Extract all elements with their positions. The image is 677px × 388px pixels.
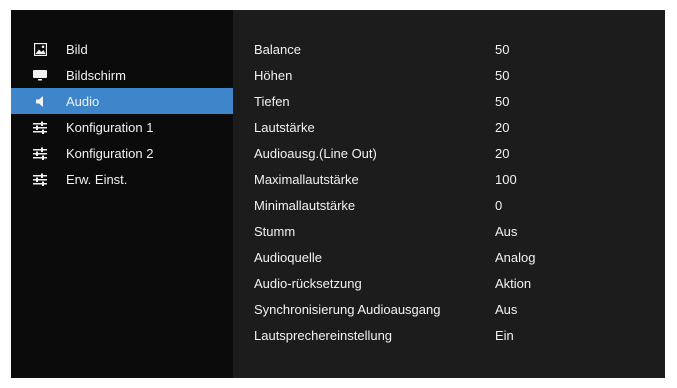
sidebar-item-audio[interactable]: Audio: [11, 88, 233, 114]
setting-row-tiefen[interactable]: Tiefen 50: [233, 88, 665, 114]
sidebar-item-label: Erw. Einst.: [66, 171, 128, 187]
setting-row-synchronisierung-audioausgang[interactable]: Synchronisierung Audioausgang Aus: [233, 296, 665, 322]
sidebar-item-konfiguration-1[interactable]: Konfiguration 1: [11, 114, 233, 140]
setting-value: Analog: [495, 249, 536, 265]
setting-label: Höhen: [254, 67, 293, 83]
sidebar-item-konfiguration-2[interactable]: Konfiguration 2: [11, 140, 233, 166]
setting-label: Balance: [254, 41, 301, 57]
screen-icon: [33, 68, 47, 82]
sidebar-item-bildschirm[interactable]: Bildschirm: [11, 62, 233, 88]
setting-label: Tiefen: [254, 93, 290, 109]
picture-icon: [33, 42, 47, 56]
setting-value: 50: [495, 41, 510, 57]
setting-label: Stumm: [254, 223, 296, 239]
setting-row-stumm[interactable]: Stumm Aus: [233, 218, 665, 244]
setting-row-maximallautstaerke[interactable]: Maximallautstärke 100: [233, 166, 665, 192]
sidebar-menu: Bild Bildschirm Audio Konfiguration 1 Ko…: [11, 36, 233, 192]
setting-label: Audioquelle: [254, 249, 322, 265]
setting-row-audio-ruecksetzung[interactable]: Audio-rücksetzung Aktion: [233, 270, 665, 296]
sliders-icon: [33, 172, 47, 186]
setting-value: 0: [495, 197, 503, 213]
sidebar: Bild Bildschirm Audio Konfiguration 1 Ko…: [11, 10, 233, 378]
setting-label: Audioausg.(Line Out): [254, 145, 377, 161]
setting-row-audioquelle[interactable]: Audioquelle Analog: [233, 244, 665, 270]
setting-label: Minimallautstärke: [254, 197, 356, 213]
sidebar-item-label: Konfiguration 2: [66, 145, 154, 161]
setting-row-lautsprechereinstellung[interactable]: Lautsprechereinstellung Ein: [233, 322, 665, 348]
osd-menu: Bild Bildschirm Audio Konfiguration 1 Ko…: [11, 10, 665, 378]
setting-label: Audio-rücksetzung: [254, 275, 362, 291]
sidebar-item-label: Audio: [66, 93, 100, 109]
sidebar-item-bild[interactable]: Bild: [11, 36, 233, 62]
sidebar-item-label: Bild: [66, 41, 88, 57]
setting-value: Aus: [495, 223, 518, 239]
setting-value: 50: [495, 93, 510, 109]
sliders-icon: [33, 120, 47, 134]
setting-label: Synchronisierung Audioausgang: [254, 301, 441, 317]
setting-label: Maximallautstärke: [254, 171, 359, 187]
setting-value: 20: [495, 145, 510, 161]
speaker-icon: [33, 94, 47, 108]
setting-label: Lautsprechereinstellung: [254, 327, 393, 343]
setting-row-audioausgang-line-out[interactable]: Audioausg.(Line Out) 20: [233, 140, 665, 166]
setting-value: Ein: [495, 327, 514, 343]
setting-value: Aktion: [495, 275, 532, 291]
sidebar-item-label: Bildschirm: [66, 67, 126, 83]
setting-row-lautstaerke[interactable]: Lautstärke 20: [233, 114, 665, 140]
setting-value: Aus: [495, 301, 518, 317]
sidebar-item-label: Konfiguration 1: [66, 119, 154, 135]
setting-row-hoehen[interactable]: Höhen 50: [233, 62, 665, 88]
setting-label: Lautstärke: [254, 119, 315, 135]
setting-value: 50: [495, 67, 510, 83]
settings-list: Balance 50 Höhen 50 Tiefen 50 Lautstärke…: [233, 36, 665, 348]
sidebar-item-erw-einst[interactable]: Erw. Einst.: [11, 166, 233, 192]
sliders-icon: [33, 146, 47, 160]
settings-panel: Balance 50 Höhen 50 Tiefen 50 Lautstärke…: [233, 10, 665, 378]
setting-value: 20: [495, 119, 510, 135]
setting-value: 100: [495, 171, 517, 187]
setting-row-minimallautstaerke[interactable]: Minimallautstärke 0: [233, 192, 665, 218]
setting-row-balance[interactable]: Balance 50: [233, 36, 665, 62]
